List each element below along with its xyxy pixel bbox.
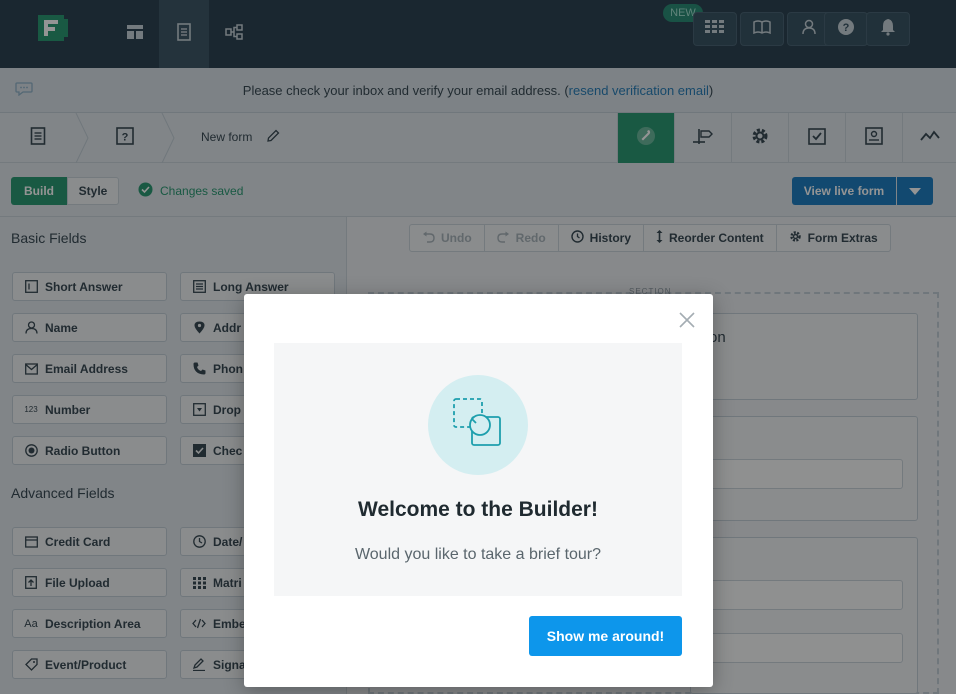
close-icon (678, 312, 696, 333)
drag-drop-icon (452, 397, 504, 454)
hero-illustration (428, 375, 528, 475)
close-button[interactable] (678, 311, 696, 329)
dialog-title: Welcome to the Builder! (358, 498, 598, 521)
dialog-subtitle: Would you like to take a brief tour? (354, 546, 602, 563)
welcome-dialog: Welcome to the Builder! Would you like t… (244, 294, 713, 687)
welcome-hero: Welcome to the Builder! Would you like t… (274, 343, 682, 596)
show-me-around-button[interactable]: Show me around! (529, 616, 682, 656)
